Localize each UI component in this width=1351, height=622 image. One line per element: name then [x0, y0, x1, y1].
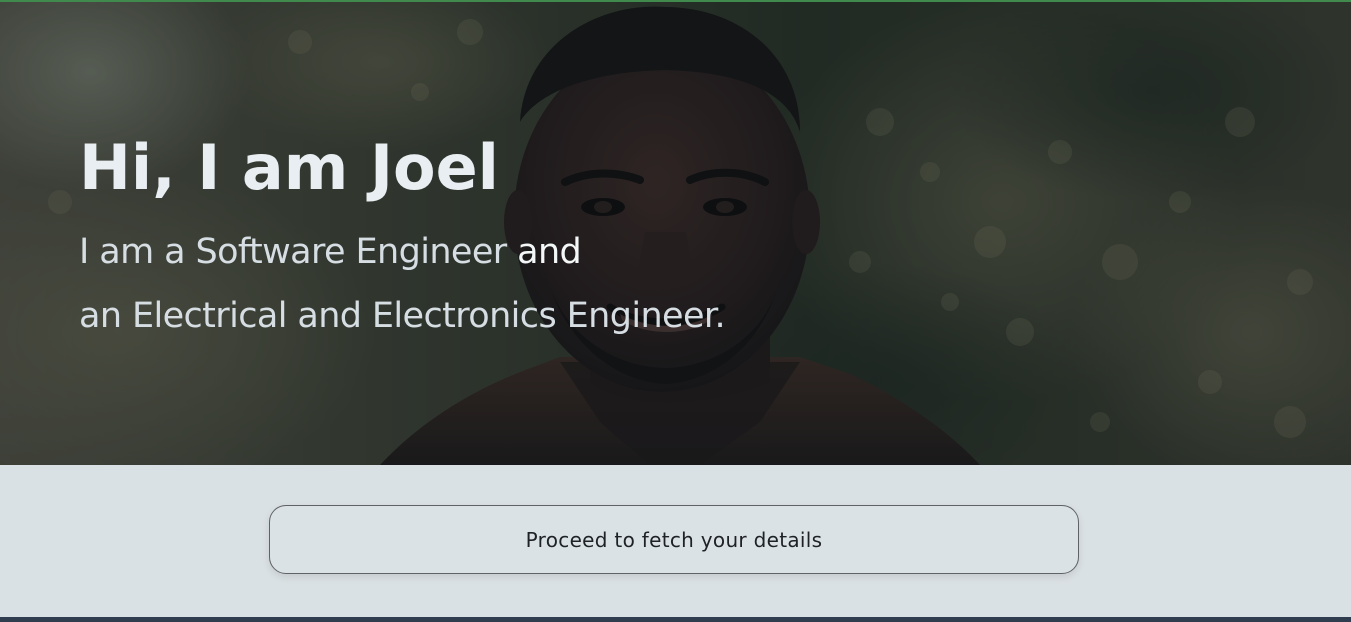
subtitle-line1-emphasis: and	[517, 232, 582, 272]
hero-title: Hi, I am Joel	[79, 131, 499, 204]
bottom-bar	[0, 617, 1351, 622]
subtitle-line1: I am a Software Engineer	[79, 232, 518, 272]
hero-text-block: Hi, I am Joel I am a Software Engineer a…	[79, 126, 726, 348]
hero-section: Hi, I am Joel I am a Software Engineer a…	[0, 2, 1351, 465]
action-section: Proceed to fetch your details	[0, 465, 1351, 617]
subtitle-line2: an Electrical and Electronics Engineer.	[79, 296, 726, 336]
proceed-button[interactable]: Proceed to fetch your details	[269, 505, 1079, 574]
page: Hi, I am Joel I am a Software Engineer a…	[0, 0, 1351, 622]
top-accent-line	[0, 0, 1351, 2]
hero-subtitle: I am a Software Engineer and an Electrica…	[79, 220, 726, 348]
